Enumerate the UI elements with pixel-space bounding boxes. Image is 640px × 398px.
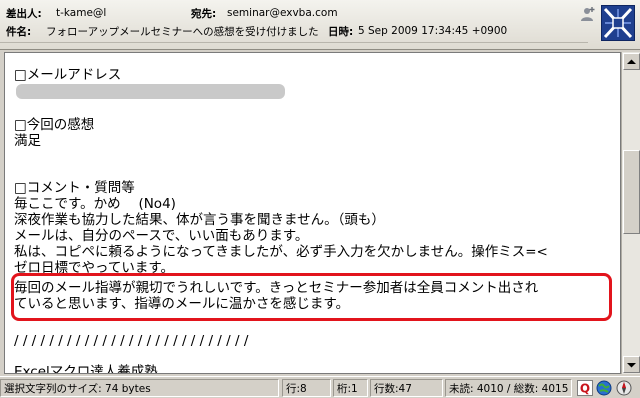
status-column: 桁:1 [333,379,368,397]
body-line: □コメント・質問等 [14,180,135,196]
arrow-up-icon [627,59,636,64]
scroll-down-button[interactable] [623,356,640,373]
svg-text:Q: Q [580,382,590,396]
body-line: 深夜作業も協力した結果、体が言う事を聞きません。（頭も） [14,212,385,228]
status-unread-total: 未読: 4010 / 総数: 4015 [445,379,572,397]
arrow-down-icon [627,362,636,367]
status-bar: 選択文字列のサイズ: 74 bytes 行:8 桁:1 行数:47 未読: 40… [0,376,640,398]
body-line: 私は、コピペに頼るようになってきましたが、必ず手入力を欠かしません。操作ミス=< [14,244,548,260]
status-row: 行:8 [282,379,331,397]
subject-label: 件名: [6,25,32,38]
to-label: 宛先: [191,7,217,20]
globe-icon[interactable] [596,380,612,396]
body-line: / / / / / / / / / / / / / / / / / / / / … [14,333,249,349]
redacted-email-bar [16,84,285,99]
highlight-annotation-box [11,273,612,321]
app-logo-icon [601,5,635,41]
date-label: 日時: [328,25,354,38]
from-value[interactable]: t-kame@l [56,7,106,19]
header-divider [0,42,588,43]
add-contact-icon[interactable] [580,6,596,22]
scroll-up-button[interactable] [623,53,640,70]
body-line: 満足 [14,133,41,149]
body-line: メールは、自分のペースで、いい面もあります。 [14,228,309,244]
status-selection-size: 選択文字列のサイズ: 74 bytes [0,379,279,397]
message-body[interactable]: □メールアドレス □今回の感想 満足 □コメント・質問等 毎ここです。かめ (N… [4,52,621,374]
q-badge-icon[interactable]: Q [577,380,593,396]
message-header: 差出人: t-kame@l 宛先: seminar@exvba.com 件名: … [0,0,640,50]
vertical-scrollbar[interactable] [621,52,640,374]
compass-icon[interactable] [616,380,632,396]
body-line: □メールアドレス [14,67,122,83]
scroll-thumb[interactable] [623,150,640,234]
date-value: 5 Sep 2009 17:34:45 +0900 [358,25,508,37]
body-line: 毎ここです。かめ (No4) [14,196,176,212]
subject-value: フォローアップメールセミナーへの感想を受け付けました [46,25,319,38]
body-line: Excelマクロ達人養成塾 [14,364,158,374]
body-line: □今回の感想 [14,117,95,133]
to-value[interactable]: seminar@exvba.com [227,7,338,19]
status-line-count: 行数:47 [370,379,443,397]
from-label: 差出人: [6,7,42,20]
